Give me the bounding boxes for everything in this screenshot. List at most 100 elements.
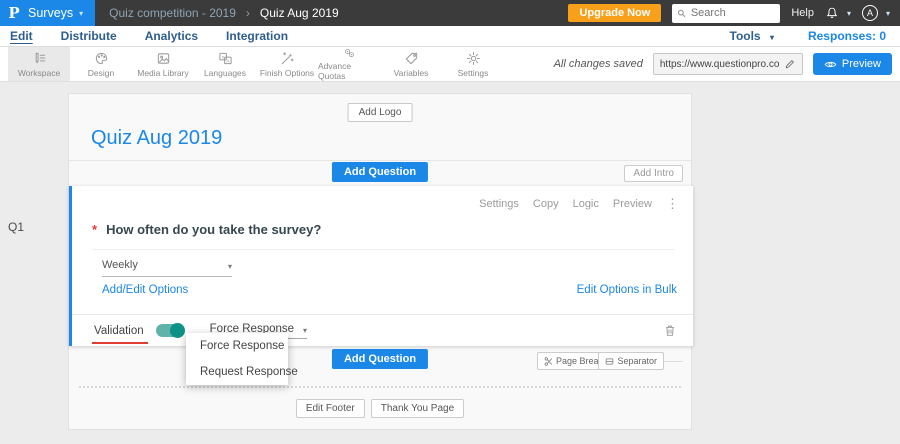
pencil-icon[interactable]: [784, 58, 796, 70]
add-intro-button[interactable]: Add Intro: [624, 165, 683, 182]
translate-icon: xA: [218, 52, 232, 64]
separator-button[interactable]: Separator: [598, 352, 664, 370]
bell-icon: [827, 7, 837, 18]
tools-menu-label: Tools: [729, 29, 761, 43]
answer-dropdown[interactable]: Weekly ▾: [102, 259, 232, 277]
footer-actions: Edit Footer Thank You Page: [69, 399, 691, 418]
edit-toolbar: Workspace Design Media Library xA Langua…: [0, 47, 900, 82]
help-link[interactable]: Help: [791, 7, 814, 19]
breadcrumb-current: Quiz Aug 2019: [259, 6, 339, 20]
search-input[interactable]: [690, 7, 776, 19]
svg-text:A: A: [226, 58, 230, 63]
chevron-down-icon: ▾: [846, 8, 851, 18]
questionpro-logo-icon[interactable]: P: [0, 0, 28, 26]
question-text[interactable]: How often do you take the survey?: [106, 222, 321, 237]
survey-card: Add Logo Quiz Aug 2019 Add Question Add …: [68, 93, 693, 430]
tab-edit[interactable]: Edit: [10, 29, 33, 43]
toggle-knob: [169, 323, 185, 338]
validation-label: Validation: [92, 324, 148, 344]
kebab-menu-icon[interactable]: ⋮: [666, 197, 679, 210]
question-text-row[interactable]: * How often do you take the survey?: [92, 222, 675, 250]
question-logic-link[interactable]: Logic: [573, 198, 599, 210]
search-icon: [678, 9, 686, 17]
toolbar-item-media-library[interactable]: Media Library: [132, 47, 194, 81]
chevron-down-icon: ▾: [227, 262, 232, 271]
toolbar-item-languages[interactable]: xA Languages: [194, 47, 256, 81]
toolbar-item-label: Workspace: [17, 67, 61, 78]
eye-icon: [824, 61, 837, 67]
scissors-icon: [544, 356, 553, 366]
chevron-down-icon: ▾: [79, 8, 84, 18]
toolbar-item-design[interactable]: Design: [70, 47, 132, 81]
toolbar-item-label: Variables: [393, 67, 429, 78]
toolbar-item-settings[interactable]: Settings: [442, 47, 504, 81]
tab-analytics[interactable]: Analytics: [145, 29, 198, 43]
question-preview-link[interactable]: Preview: [613, 198, 652, 210]
toolbar-item-variables[interactable]: Variables: [380, 47, 442, 81]
survey-url-input[interactable]: [659, 58, 780, 70]
toolbar-item-label: Finish Options: [259, 67, 315, 78]
toolbar-item-label: Media Library: [137, 67, 189, 78]
chevron-down-icon: ▾: [769, 33, 774, 42]
surveys-menu[interactable]: P Surveys ▾: [0, 0, 96, 26]
edit-options-in-bulk-link[interactable]: Edit Options in Bulk: [577, 284, 677, 296]
responses-count[interactable]: Responses: 0: [808, 29, 886, 43]
survey-url-box[interactable]: [652, 53, 803, 75]
validation-toggle[interactable]: [155, 323, 185, 338]
answer-dropdown-value: Weekly: [102, 259, 138, 271]
chevron-down-icon: ▾: [885, 8, 890, 18]
validation-dropdown-menu: Force Response Request Response: [186, 333, 298, 385]
main-nav: Edit Distribute Analytics Integration To…: [0, 26, 900, 47]
add-question-row-2: Add Question Page Break Separator: [69, 349, 691, 375]
account-menu[interactable]: A ▾: [861, 5, 890, 21]
wand-icon: [281, 51, 294, 64]
chevron-down-icon: ▾: [303, 325, 308, 335]
validation-row: Validation Force Response ▾: [72, 314, 693, 346]
required-asterisk: *: [92, 222, 98, 237]
toolbar-item-workspace[interactable]: Workspace: [8, 47, 70, 81]
breadcrumb: Quiz competition - 2019 › Quiz Aug 2019: [109, 6, 338, 20]
surveys-menu-label: Surveys: [28, 6, 74, 20]
toolbar-item-label: Languages: [203, 67, 247, 78]
question-settings-link[interactable]: Settings: [479, 198, 519, 210]
palette-icon: [95, 52, 107, 64]
upgrade-now-button[interactable]: Upgrade Now: [568, 4, 662, 22]
breadcrumb-parent[interactable]: Quiz competition - 2019: [109, 6, 236, 20]
add-logo-button[interactable]: Add Logo: [347, 103, 413, 122]
delete-question-button[interactable]: [663, 323, 677, 338]
question-number: Q1: [8, 220, 25, 234]
trash-icon: [666, 325, 674, 336]
workspace-canvas: Q1 Add Logo Quiz Aug 2019 Add Question A…: [0, 82, 900, 444]
top-header: P Surveys ▾ Quiz competition - 2019 › Qu…: [0, 0, 900, 26]
toolbar-item-advance-quotas[interactable]: Advance Quotas: [318, 47, 380, 81]
gear-icon: [466, 51, 480, 65]
question-actions: Settings Copy Logic Preview ⋮: [479, 197, 679, 210]
survey-header-section: Add Logo Quiz Aug 2019: [69, 94, 691, 161]
question-copy-link[interactable]: Copy: [533, 198, 559, 210]
edit-footer-button[interactable]: Edit Footer: [295, 399, 365, 418]
breadcrumb-separator-icon: ›: [245, 6, 250, 20]
tab-integration[interactable]: Integration: [226, 29, 288, 43]
toolbar-item-label: Advance Quotas: [318, 61, 352, 81]
tab-distribute[interactable]: Distribute: [61, 29, 117, 43]
preview-button[interactable]: Preview: [812, 53, 892, 75]
add-question-button-2[interactable]: Add Question: [331, 349, 429, 369]
page-break-divider: [79, 386, 681, 388]
menu-item-request-response[interactable]: Request Response: [186, 359, 298, 385]
add-question-button[interactable]: Add Question: [331, 162, 429, 182]
avatar: A: [861, 5, 878, 21]
toolbar-item-label: Design: [87, 67, 115, 78]
tools-menu[interactable]: Tools ▾: [730, 29, 774, 43]
quotas-icon: [344, 49, 354, 58]
add-edit-options-link[interactable]: Add/Edit Options: [102, 284, 188, 296]
survey-title[interactable]: Quiz Aug 2019: [91, 127, 222, 150]
toolbar-item-finish-options[interactable]: Finish Options: [256, 47, 318, 81]
toolbar-item-label: Settings: [457, 67, 489, 78]
search-box[interactable]: [672, 3, 781, 23]
preview-button-label: Preview: [841, 58, 881, 70]
page-break-label: Page Break: [555, 356, 603, 366]
notifications-menu[interactable]: ▾: [825, 6, 851, 20]
menu-item-force-response[interactable]: Force Response: [186, 333, 288, 359]
thank-you-page-button[interactable]: Thank You Page: [370, 399, 465, 418]
separator-label: Separator: [617, 356, 657, 366]
